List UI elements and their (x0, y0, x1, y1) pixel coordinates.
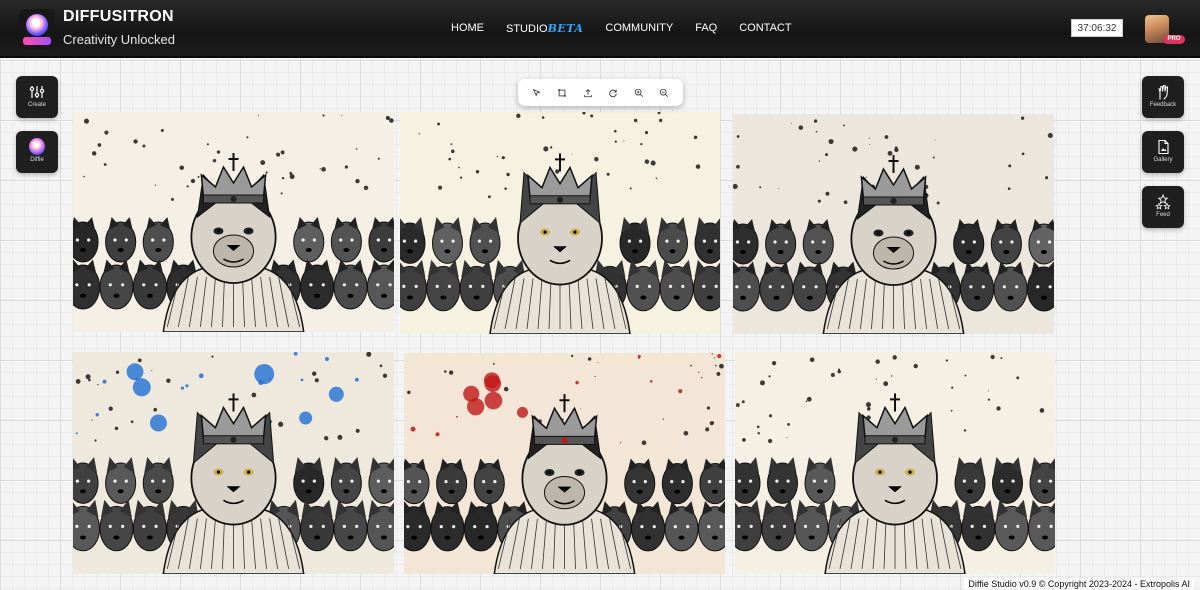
feedback-label: Feedback (1149, 102, 1177, 108)
diffie-orb-icon (29, 138, 45, 155)
sliders-icon (29, 86, 45, 98)
artwork-cat-crown (735, 352, 1055, 574)
crop-icon[interactable] (556, 87, 568, 99)
artwork-dog-crown (73, 112, 394, 332)
feedback-button[interactable]: Feedback (1142, 76, 1184, 118)
canvas-toolbar (518, 79, 683, 106)
feed-button[interactable]: Feed (1142, 186, 1184, 228)
credit-timer: 37:06:32 (1071, 19, 1123, 37)
gallery-image-1[interactable] (73, 112, 394, 332)
top-navbar: DIFFUSITRON Creativity Unlocked HOME STU… (0, 0, 1200, 58)
nav-studio[interactable]: STUDIO BETA (506, 22, 583, 35)
gallery-label: Gallery (1153, 157, 1173, 163)
document-image-icon (1158, 139, 1169, 155)
zoom-out-icon[interactable] (658, 87, 670, 99)
feed-label: Feed (1156, 212, 1170, 218)
refresh-icon[interactable] (607, 87, 619, 99)
nav-contact[interactable]: CONTACT (739, 22, 791, 35)
gallery-image-6[interactable] (735, 352, 1055, 574)
gallery-image-2[interactable] (400, 112, 720, 334)
nav-studio-label: STUDIO (506, 23, 548, 35)
zoom-in-icon[interactable] (633, 87, 645, 99)
gallery-image-4[interactable] (73, 352, 394, 574)
nav-community[interactable]: COMMUNITY (605, 22, 673, 35)
gallery-button[interactable]: Gallery (1142, 131, 1184, 173)
footer-copyright: Diffie Studio v0.9 © Copyright 2023-2024… (964, 578, 1194, 590)
brand-subtitle: Creativity Unlocked (63, 32, 175, 47)
create-label: Create (27, 102, 46, 108)
diffie-label: Diffie (30, 157, 44, 163)
gallery-image-3[interactable] (733, 114, 1054, 334)
main-nav: HOME STUDIO BETA COMMUNITY FAQ CONTACT (451, 22, 814, 35)
artwork-cat-crown (400, 112, 720, 334)
gallery-image-5[interactable] (404, 353, 725, 574)
create-button[interactable]: Create (16, 76, 58, 118)
artwork-dog-crown (733, 114, 1054, 334)
brand-title[interactable]: DIFFUSITRON (63, 8, 174, 26)
artwork-cat-crown (73, 352, 394, 574)
pro-badge: PRO (1163, 35, 1185, 44)
logo-drip (23, 37, 51, 45)
nav-faq[interactable]: FAQ (695, 22, 717, 35)
logo-orb-icon (26, 14, 48, 36)
diffusitron-logo[interactable] (19, 9, 55, 49)
stars-icon (1155, 194, 1171, 210)
hand-icon (1158, 84, 1169, 100)
upload-icon[interactable] (582, 87, 594, 99)
beta-badge: BETA (547, 22, 584, 35)
artwork-dog-crown (404, 353, 725, 574)
select-icon[interactable] (531, 87, 543, 99)
nav-home[interactable]: HOME (451, 22, 484, 35)
diffie-button[interactable]: Diffie (16, 131, 58, 173)
